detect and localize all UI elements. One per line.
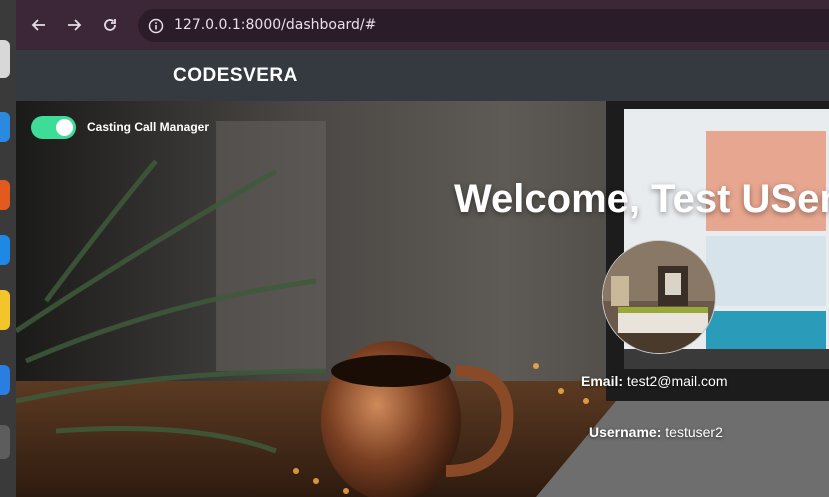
site-info-icon[interactable] [148,18,164,34]
browser-toolbar: 127.0.0.1:8000/dashboard/# [16,0,829,50]
reload-button[interactable] [95,10,125,40]
email-value: test2@mail.com [626,373,728,389]
username-label: Username: [589,424,662,440]
os-dock [0,0,16,497]
url-text[interactable]: 127.0.0.1:8000/dashboard/# [174,17,376,33]
dock-app-icon[interactable] [0,40,10,78]
username-value: testuser2 [665,424,723,440]
forward-button[interactable] [59,10,89,40]
dock-app-icon[interactable] [0,112,10,142]
profile-avatar [602,240,716,354]
forward-arrow-icon [68,19,82,31]
dock-app-icon[interactable] [0,235,10,265]
welcome-heading: Welcome, Test USer [454,177,829,221]
hero-section: Casting Call Manager Welcome, Test USer … [16,101,829,497]
email-line: Email: test2@mail.com [581,373,727,389]
reload-icon [104,19,116,31]
dock-app-icon[interactable] [0,425,10,459]
dock-app-icon[interactable] [0,365,10,395]
email-label: Email: [581,373,624,389]
brand-logo[interactable]: CODESVERA [173,65,298,87]
dock-app-icon[interactable] [0,290,10,330]
casting-call-toggle[interactable] [31,116,76,139]
back-arrow-icon [31,19,45,31]
dock-app-icon[interactable] [0,180,10,210]
address-bar[interactable]: 127.0.0.1:8000/dashboard/# [138,9,829,42]
site-navbar: CODESVERA [16,50,829,101]
username-line: Username: testuser2 [589,424,723,440]
back-button[interactable] [24,10,54,40]
toggle-label: Casting Call Manager [87,120,210,134]
toggle-knob [56,119,73,136]
profile-photo [603,241,715,353]
